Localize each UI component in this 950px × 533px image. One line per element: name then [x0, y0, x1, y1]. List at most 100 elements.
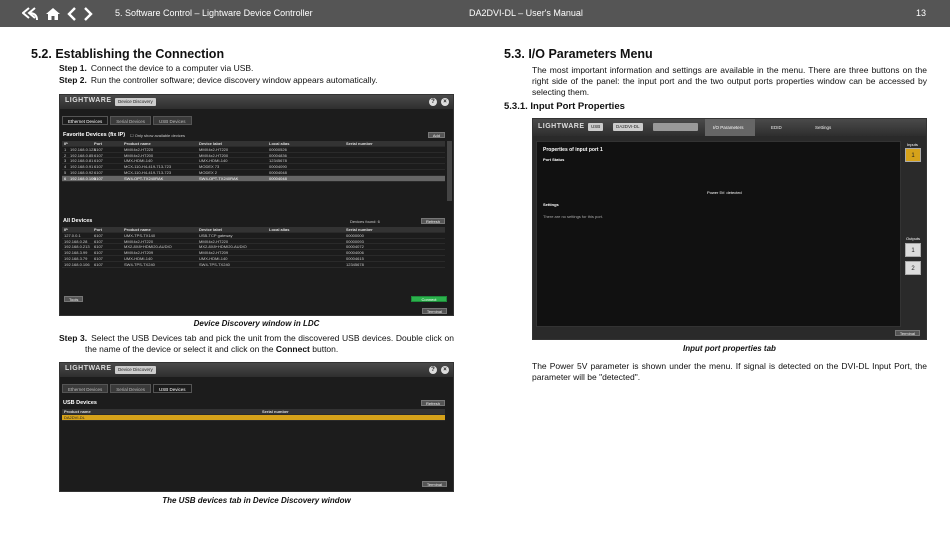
table-cell: 00004836 — [269, 152, 287, 158]
table-cell: 6107 — [94, 175, 103, 181]
table-cell: 6107 — [94, 244, 103, 250]
table-cell: SW4-TPS-TX240 — [124, 261, 155, 267]
table-cell: 192.168.0.213 — [64, 244, 90, 250]
table-cell — [269, 239, 346, 244]
tab-ethernet[interactable]: Ethernet Devices — [62, 116, 109, 125]
table-cell: Local alias — [269, 141, 290, 146]
table-cell: Device label — [199, 141, 223, 146]
io-intro: The most important information and setti… — [532, 65, 927, 97]
prev-icon[interactable] — [67, 6, 77, 21]
table-cell: MMX4x2-HT220 — [124, 146, 154, 152]
page-number: 13 — [915, 8, 926, 18]
output-port-1-button[interactable]: 1 — [905, 243, 921, 257]
lightware-logo: LIGHTWARE — [65, 97, 112, 104]
table-cell: UMX-HDMI-140 — [199, 255, 228, 261]
table-cell: Serial number — [346, 141, 373, 146]
table-cell: 00000000 — [346, 232, 364, 238]
tab-serial-2[interactable]: Serial Devices — [110, 384, 152, 393]
table-row[interactable]: 192.168.0.106 6107 SW4-TPS-TX240 SW4-TPS-TX… — [62, 262, 445, 268]
step-3-text-b: button. — [309, 344, 339, 354]
step-3-text-a: Select the USB Devices tab and pick the … — [85, 333, 454, 354]
next-icon[interactable] — [83, 6, 93, 21]
table-cell: MMX4x2-HT200 — [199, 152, 229, 158]
devices-found: Devices found: 6 — [350, 219, 380, 224]
add-button[interactable]: Add — [427, 132, 445, 138]
table-cell: 00004615 — [346, 255, 364, 261]
input-port-1-button[interactable]: 1 — [905, 148, 921, 162]
table-cell: MODEX 2 — [199, 169, 218, 175]
refresh-button[interactable]: Refresh — [420, 218, 445, 224]
table-cell: 192.168.0.123 — [70, 146, 96, 152]
close-icon[interactable]: × — [441, 98, 449, 106]
table-cell: UMX-TPS-TX140 — [124, 232, 156, 238]
connect-button[interactable]: Connect — [411, 296, 447, 302]
table-cell: Product name — [124, 227, 151, 232]
table-cell: Serial number — [346, 227, 373, 232]
table-cell: MMX4x2-HT209 — [199, 250, 229, 256]
title-button-2: Device Discovery — [115, 366, 156, 374]
home-icon[interactable] — [45, 7, 61, 21]
close-icon-2[interactable]: × — [441, 366, 449, 374]
table-cell — [269, 233, 346, 238]
back-all-icon[interactable] — [22, 6, 39, 21]
app-menubar: LIGHTWARE USB DA2DVI-DL I/O Parameters E… — [533, 119, 926, 136]
table-cell: MMX4x2-HT200 — [124, 152, 154, 158]
inputs-label: Inputs — [907, 142, 918, 147]
settings-note: There are no settings for this port. — [543, 214, 604, 219]
caption-device-discovery: Device Discovery window in LDC — [193, 319, 320, 328]
table-cell: 6107 — [94, 152, 103, 158]
device-button[interactable]: DA2DVI-DL — [613, 123, 643, 131]
favorites-filter[interactable]: ☐ Only show available devices — [130, 133, 185, 138]
tab-ethernet-2[interactable]: Ethernet Devices — [62, 384, 109, 393]
favorites-table: IP Port Product name Device label Local alia… — [62, 141, 445, 182]
table-cell: UMX-HDMI-140 — [124, 158, 153, 164]
tab-serial[interactable]: Serial Devices — [110, 116, 152, 125]
output-port-2-button[interactable]: 2 — [905, 261, 921, 275]
table-cell: 192.168.0.81 — [70, 158, 94, 164]
table-cell: Port — [94, 141, 102, 146]
table-cell: 3 — [64, 158, 67, 164]
header-section: 5. Software Control – Lightware Device C… — [115, 8, 313, 18]
header-document: DA2DVI-DL – User's Manual — [469, 8, 583, 18]
table-cell: 00004048 — [269, 169, 287, 175]
refresh-button-2[interactable]: Refresh — [420, 400, 445, 406]
terminal-button[interactable]: Terminal — [421, 308, 447, 314]
io-parameters-screenshot: LIGHTWARE USB DA2DVI-DL I/O Parameters E… — [532, 118, 927, 340]
menu-edid[interactable]: EDID — [759, 119, 799, 136]
terminal-button-3[interactable]: Terminal — [894, 330, 920, 336]
terminal-button-2[interactable]: Terminal — [421, 481, 447, 487]
menu-settings[interactable]: Settings — [803, 119, 853, 136]
power-5v-status: Power 5V: detected — [707, 190, 742, 195]
usb-table-row[interactable]: DA2DVI-DL — [62, 414, 445, 421]
table-cell: 2 — [64, 152, 67, 158]
table-cell: IP — [64, 141, 68, 146]
table-cell: 192.168.3.79 — [64, 255, 88, 261]
help-icon-2[interactable]: ? — [429, 366, 437, 374]
table-row[interactable]: 6 192.168.0.100 6107 SW4-OPT-TX240RAK SW4-OP… — [62, 175, 445, 182]
table-cell: MMX4x2-HT220 — [124, 238, 154, 244]
tools-button[interactable]: Tools — [64, 296, 84, 302]
device-discovery-screenshot: LIGHTWARE Device Discovery ? × Ethernet … — [59, 94, 454, 316]
properties-panel: Properties of input port 1 Port Status P… — [536, 141, 901, 327]
favorites-scrollbar[interactable] — [447, 141, 452, 201]
device-label-field[interactable] — [653, 123, 698, 131]
lightware-logo-2: LIGHTWARE — [65, 365, 112, 372]
step-3: Step 3. Select the USB Devices tab and pi… — [59, 333, 454, 355]
table-cell: USB-TCP gateway — [199, 232, 233, 238]
help-icon[interactable]: ? — [429, 98, 437, 106]
table-cell: Product name — [124, 141, 151, 146]
tab-usb-2[interactable]: USB Devices — [153, 384, 192, 393]
title-button: Device Discovery — [115, 98, 156, 106]
table-cell — [269, 244, 346, 249]
tab-usb[interactable]: USB Devices — [153, 116, 192, 125]
section-heading-io: 5.3. I/O Parameters Menu — [504, 47, 653, 61]
table-cell: UMX-HDMI-140 — [199, 158, 228, 164]
table-cell: 00000093 — [346, 238, 364, 244]
table-cell: 192.168.0.85 — [70, 152, 94, 158]
properties-title: Properties of input port 1 — [543, 147, 603, 153]
power-paragraph: The Power 5V parameter is shown under th… — [532, 361, 927, 382]
table-cell: MMX4x2-HT220 — [199, 238, 229, 244]
table-cell: Port — [94, 227, 102, 232]
menu-io-parameters[interactable]: I/O Parameters — [705, 119, 755, 136]
usb-button[interactable]: USB — [588, 123, 604, 131]
